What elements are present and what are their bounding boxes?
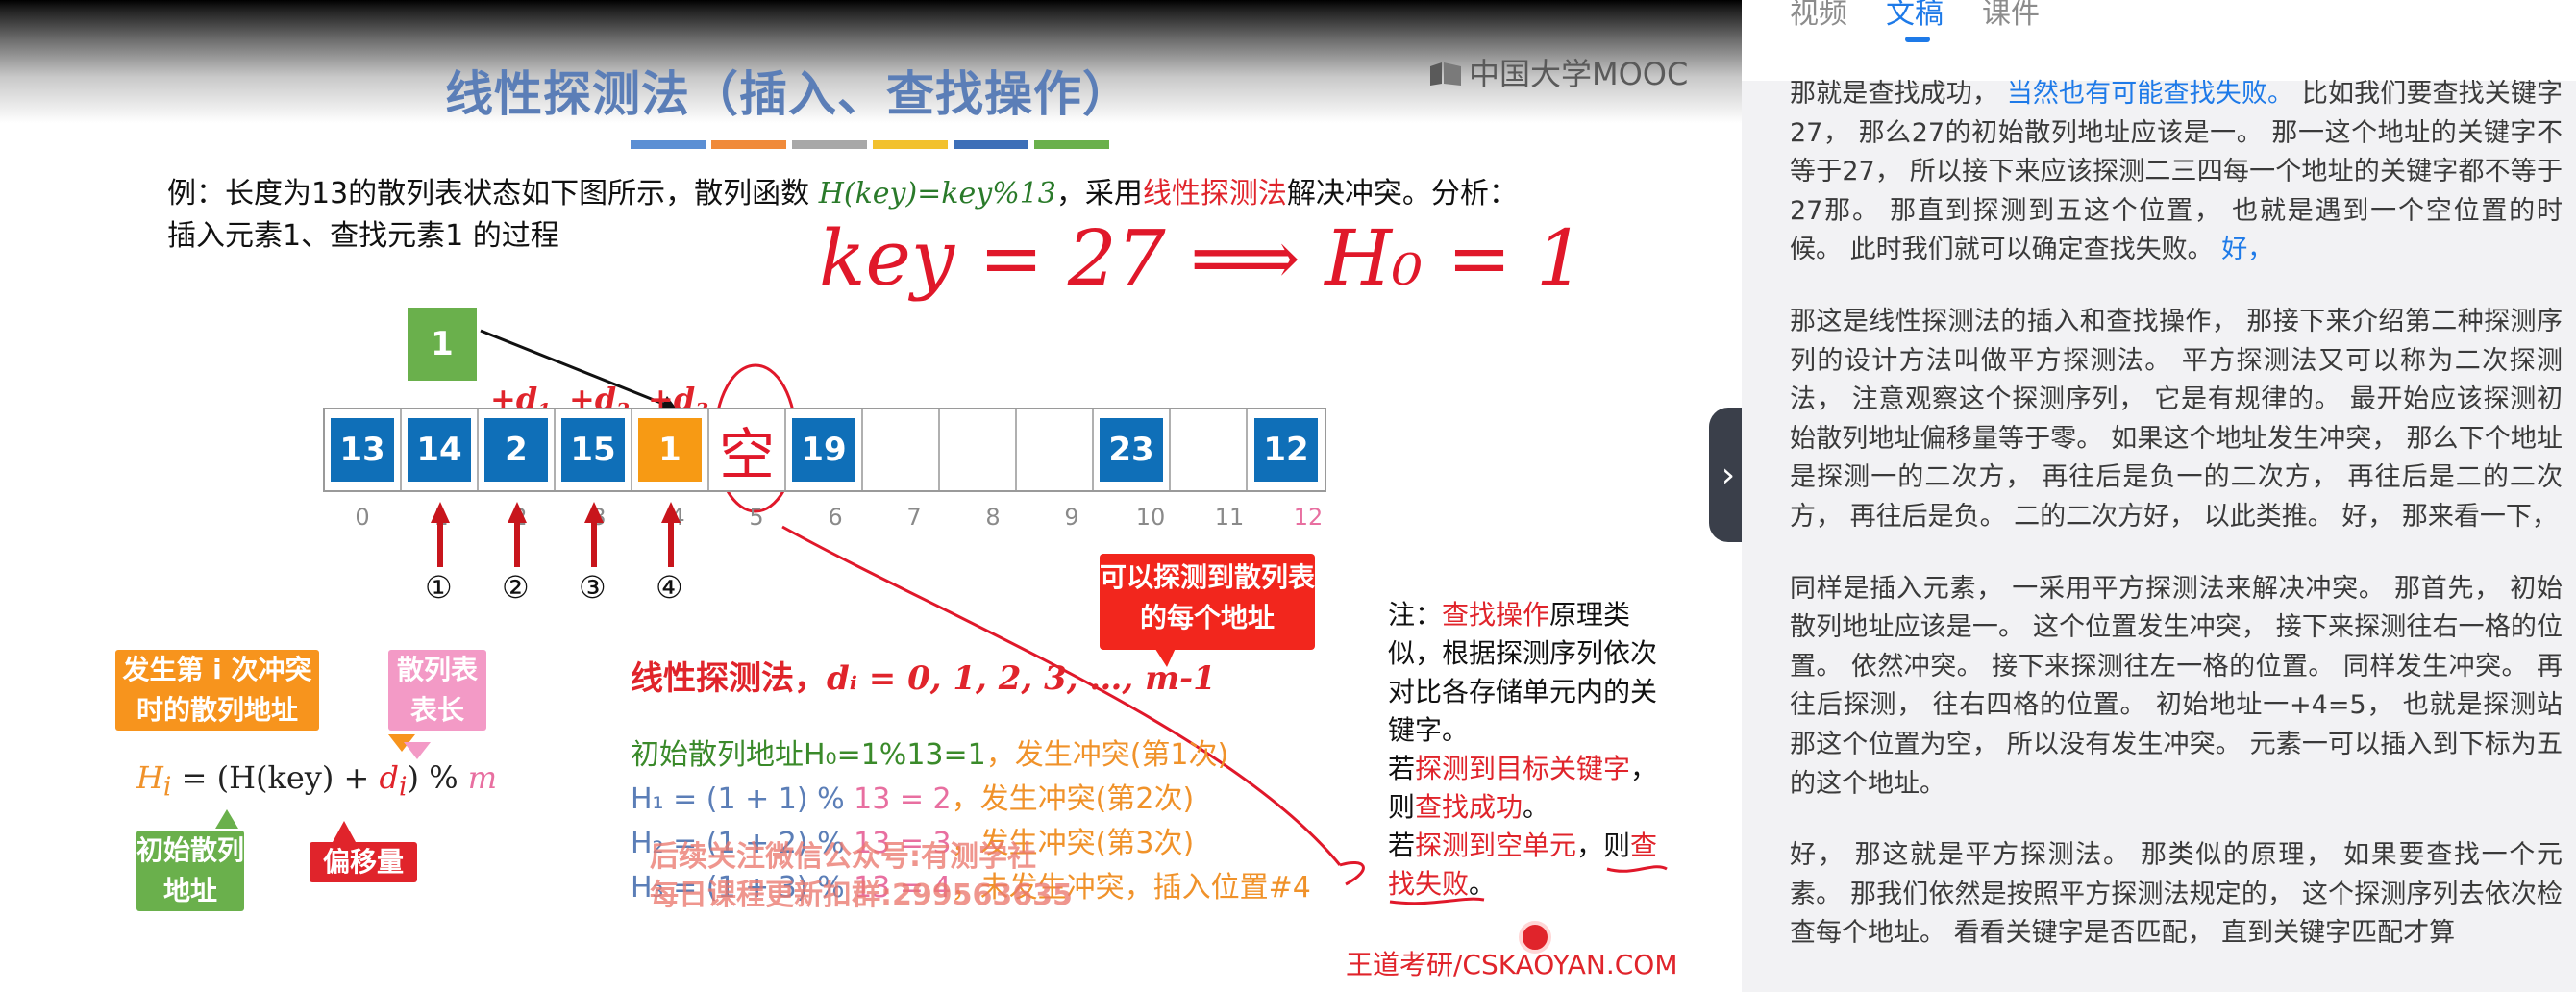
- problem-statement-line1: 例：长度为13的散列表状态如下图所示，散列函数 H(key)=key%13，采用…: [167, 169, 1518, 211]
- hash-cell: 12: [1248, 409, 1325, 490]
- problem-text-b: ，采用: [1055, 177, 1143, 211]
- new-element-box: 1: [408, 308, 477, 381]
- tag-table-length: 散列表表长: [388, 650, 486, 731]
- hash-cell: [1017, 409, 1094, 490]
- hash-index-label: 0: [355, 504, 370, 531]
- up-arrow-icon: [584, 502, 604, 567]
- transcript-panel: 视频 文稿 课件 那就是查找成功， 当然也有可能查找失败。 比如我们要查找关键字…: [1742, 0, 2576, 992]
- tag-conflict-address: 发生第 i 次冲突时的散列地址: [115, 650, 319, 731]
- hash-cell: 19: [786, 409, 863, 490]
- tab-courseware[interactable]: 课件: [1982, 0, 2040, 81]
- hash-cell: [863, 409, 940, 490]
- up-arrow-icon: [661, 502, 681, 567]
- linear-probing-heading: 线性探测法，dᵢ = 0, 1, 2, 3, …, m-1: [631, 652, 1216, 699]
- handwritten-annotation: key = 27 ⟹ H₀ = 1: [819, 213, 1585, 303]
- hash-cell-value: 12: [1254, 418, 1318, 482]
- hash-cell-value: 19: [792, 418, 855, 482]
- callout-every-address: 可以探测到散列表的每个地址: [1100, 554, 1315, 650]
- hash-index-label: 6: [828, 504, 843, 531]
- hash-cell: 23: [1094, 409, 1171, 490]
- hash-cell: 14: [402, 409, 479, 490]
- hash-cell-value: 15: [561, 418, 625, 482]
- slide-title: 线性探测法（插入、查找操作）: [445, 66, 1131, 122]
- hash-cell-value: 13: [331, 418, 394, 482]
- up-arrow-icon: [431, 502, 450, 567]
- hash-cell: 13: [325, 409, 402, 490]
- hash-cell: 空: [709, 409, 786, 490]
- hash-index-label: 12: [1293, 504, 1324, 531]
- tab-transcript[interactable]: 文稿: [1886, 0, 1944, 81]
- hash-cell: [1171, 409, 1248, 490]
- hash-table: 13 14 2 15 1 空 19 23 12: [323, 408, 1326, 492]
- watermark-1: 后续关注微信公众号:有测学社: [650, 840, 1036, 874]
- tag-initial-address: 初始散列地址: [136, 831, 244, 911]
- transcript-paragraph: 那这是线性探测法的插入和查找操作， 那接下来介绍第二种探测序列的设计方法叫做平方…: [1790, 306, 2563, 532]
- probe-step-1: H₁ = (1 + 1) % 13 = 2，发生冲突(第2次): [631, 782, 1195, 816]
- brand-text: 王道考研/CSKAOYAN.COM: [1346, 949, 1678, 980]
- probe-formula: Hi = (H(key) + di) % m: [136, 759, 498, 803]
- color-strip-segment: [954, 140, 1028, 149]
- transcript-paragraph: 好， 那这就是平方探测法。 那类似的原理， 如果要查找一个元素。 那我们依然是按…: [1790, 840, 2563, 949]
- probe-step-number: ③: [579, 569, 607, 606]
- recording-dot: [1519, 921, 1551, 954]
- hash-index-label: 10: [1135, 504, 1166, 531]
- lp-sequence: dᵢ = 0, 1, 2, 3, …, m-1: [827, 659, 1216, 698]
- mooc-logo: 中国大学MOOC: [1428, 50, 1688, 94]
- hash-cell: 2: [479, 409, 556, 490]
- up-arrow-icon: [508, 502, 527, 567]
- hash-cell: [940, 409, 1017, 490]
- hash-function: H(key)=key%13: [818, 177, 1056, 211]
- problem-method: 线性探测法: [1142, 177, 1287, 211]
- problem-text-a: 例：长度为13的散列表状态如下图所示，散列函数: [167, 177, 819, 211]
- hash-index-label: 7: [906, 504, 922, 531]
- hash-cell-value: 14: [408, 418, 471, 482]
- hash-cell-value: 23: [1100, 418, 1163, 482]
- expand-panel-button[interactable]: ›: [1709, 408, 1742, 542]
- hash-table-indices: 0123456789101112: [323, 504, 1348, 531]
- hash-index-label: 9: [1064, 504, 1079, 531]
- color-strip-segment: [792, 140, 867, 149]
- probe-step-number: ①: [425, 569, 453, 606]
- transcript-text[interactable]: 那就是查找成功， 当然也有可能查找失败。 比如我们要查找关键字27， 那么27的…: [1790, 75, 2563, 986]
- problem-text-c: 解决冲突。分析：: [1286, 177, 1518, 211]
- color-strip-segment: [873, 140, 948, 149]
- hash-cell-value: 2: [484, 418, 548, 482]
- problem-statement-line2: 插入元素1、查找元素1 的过程: [167, 219, 559, 253]
- tab-video[interactable]: 视频: [1790, 0, 1847, 81]
- lp-heading-text: 线性探测法，: [631, 659, 827, 698]
- mooc-logo-icon: [1428, 59, 1463, 86]
- color-strip: [631, 140, 1109, 149]
- probe-step-0: 初始散列地址H₀=1%13=1，发生冲突(第1次): [631, 738, 1229, 772]
- tag-pointer-conflict: [388, 734, 415, 752]
- probe-step-number: ②: [502, 569, 530, 606]
- chevron-right-icon: ›: [1721, 455, 1736, 495]
- watermark-2: 每日课程更新扣群:299563635: [650, 879, 1073, 912]
- tag-pointer-length: [404, 742, 431, 759]
- probe-step-number: ④: [656, 569, 683, 606]
- tag-pointer-initial: [215, 809, 238, 829]
- hash-index-label: 5: [749, 504, 764, 531]
- color-strip-segment: [711, 140, 786, 149]
- tag-offset: 偏移量: [310, 842, 417, 882]
- handwritten-arrow-tip: [1339, 860, 1365, 886]
- hash-cell: 1: [632, 409, 709, 490]
- hash-index-label: 11: [1214, 504, 1245, 531]
- mooc-logo-text: 中国大学MOOC: [1469, 56, 1689, 92]
- hash-cell: 15: [556, 409, 632, 490]
- search-note: 注：查找操作原理类似，根据探测序列依次对比各存储单元内的关键字。 若探测到目标关…: [1388, 599, 1658, 900]
- hash-index-label: 8: [985, 504, 1001, 531]
- color-strip-segment: [631, 140, 706, 149]
- transcript-paragraph: 那就是查找成功， 当然也有可能查找失败。 比如我们要查找关键字27， 那么27的…: [1790, 79, 2564, 265]
- hash-cell-handwritten: 空: [718, 422, 775, 487]
- tag-pointer-offset: [333, 821, 356, 842]
- panel-tabs: 视频 文稿 课件: [1742, 0, 2576, 81]
- transcript-paragraph: 同样是插入元素， 一采用平方探测法来解决冲突。 那首先， 初始散列地址应该是一。…: [1790, 573, 2563, 799]
- color-strip-segment: [1034, 140, 1109, 149]
- video-player[interactable]: 线性探测法（插入、查找操作） 中国大学MOOC 例：长度为13的散列表状态如下图…: [0, 0, 1742, 992]
- hash-cell-value: 1: [638, 418, 702, 482]
